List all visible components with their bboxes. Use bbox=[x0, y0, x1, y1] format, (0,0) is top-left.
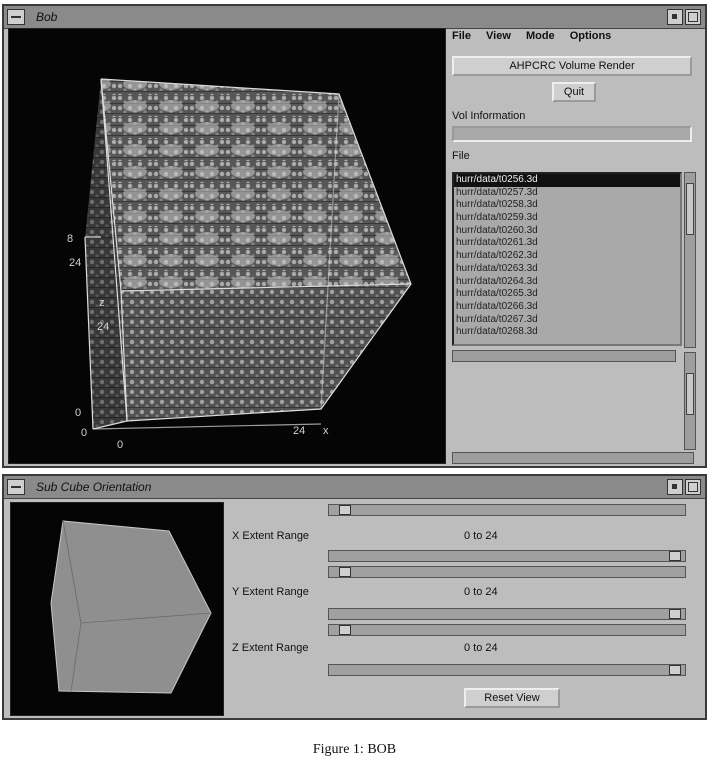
vol-info-label: Vol Information bbox=[452, 110, 526, 122]
quit-button[interactable]: Quit bbox=[552, 82, 596, 102]
file-list-item[interactable]: hurr/data/t0268.3d bbox=[454, 326, 680, 339]
sub-cube-graphic bbox=[50, 520, 212, 694]
menu-bar: File View Mode Options bbox=[452, 30, 690, 48]
x-extent-slider-top[interactable] bbox=[328, 504, 686, 516]
file-list-scroll-thumb[interactable] bbox=[686, 183, 694, 235]
axis-label-z: z bbox=[99, 297, 105, 309]
figure-caption: Figure 1: BOB bbox=[312, 742, 397, 757]
axis-label-origin-left: 0 bbox=[75, 407, 82, 419]
file-list-item[interactable]: hurr/data/t0257.3d bbox=[454, 187, 680, 200]
file-list-item[interactable]: hurr/data/t0267.3d bbox=[454, 314, 680, 327]
z-extent-knob-bottom[interactable] bbox=[669, 665, 681, 675]
sub-window-menu-icon[interactable] bbox=[7, 479, 25, 495]
x-extent-label: X Extent Range bbox=[232, 530, 310, 542]
file-label: File bbox=[452, 150, 470, 162]
menu-file[interactable]: File bbox=[452, 30, 471, 42]
file-list-item[interactable]: hurr/data/t0260.3d bbox=[454, 225, 680, 238]
z-extent-value: 0 to 24 bbox=[464, 642, 498, 654]
y-extent-label: Y Extent Range bbox=[232, 586, 309, 598]
file-list-item[interactable]: hurr/data/t0261.3d bbox=[454, 237, 680, 250]
maximize-icon[interactable] bbox=[685, 9, 701, 25]
y-extent-slider-top[interactable] bbox=[328, 566, 686, 578]
axis-label-z-value: 24 bbox=[97, 321, 110, 333]
axis-label-origin-bottom: 0 bbox=[81, 427, 88, 439]
file-list-item[interactable]: hurr/data/t0262.3d bbox=[454, 250, 680, 263]
menu-mode[interactable]: Mode bbox=[526, 30, 555, 42]
sub-minimize-icon[interactable] bbox=[667, 479, 683, 495]
z-extent-slider-bottom[interactable] bbox=[328, 664, 686, 676]
x-extent-slider-bottom[interactable] bbox=[328, 550, 686, 562]
file-list-item[interactable]: hurr/data/t0259.3d bbox=[454, 212, 680, 225]
reset-view-button[interactable]: Reset View bbox=[464, 688, 560, 708]
x-extent-value: 0 to 24 bbox=[464, 530, 498, 542]
file-list-item[interactable]: hurr/data/t0258.3d bbox=[454, 199, 680, 212]
window-menu-icon[interactable] bbox=[7, 9, 25, 25]
sub-titlebar[interactable]: Sub Cube Orientation bbox=[4, 476, 705, 499]
axis-label-x-start: 0 bbox=[117, 439, 124, 451]
panel-scrollbar[interactable] bbox=[684, 352, 696, 450]
file-list-item[interactable]: hurr/data/t0265.3d bbox=[454, 288, 680, 301]
main-titlebar[interactable]: Bob bbox=[4, 6, 705, 29]
y-extent-slider-bottom[interactable] bbox=[328, 608, 686, 620]
file-list-hscrollbar[interactable] bbox=[452, 350, 676, 362]
minimize-icon[interactable] bbox=[667, 9, 683, 25]
sub-window-title: Sub Cube Orientation bbox=[36, 480, 152, 494]
panel-hscrollbar[interactable] bbox=[452, 452, 694, 464]
x-extent-knob-top[interactable] bbox=[339, 505, 351, 515]
axis-label-y-top: 8 bbox=[67, 233, 74, 245]
y-extent-knob-top[interactable] bbox=[339, 567, 351, 577]
y-extent-knob-bottom[interactable] bbox=[669, 609, 681, 619]
file-list-item[interactable]: hurr/data/t0256.3d bbox=[454, 174, 680, 187]
axis-label-y-mid: 24 bbox=[69, 257, 82, 269]
panel-scroll-thumb[interactable] bbox=[686, 373, 694, 415]
file-list-scrollbar[interactable] bbox=[684, 172, 696, 348]
volume-render-canvas[interactable]: 8 24 z 24 0 0 0 24 x bbox=[8, 28, 446, 464]
sub-maximize-icon[interactable] bbox=[685, 479, 701, 495]
axis-label-x-end: 24 bbox=[293, 425, 306, 437]
z-extent-label: Z Extent Range bbox=[232, 642, 309, 654]
file-list-item[interactable]: hurr/data/t0266.3d bbox=[454, 301, 680, 314]
file-list-item[interactable]: hurr/data/t0263.3d bbox=[454, 263, 680, 276]
file-list[interactable]: hurr/data/t0256.3d hurr/data/t0257.3d hurr… bbox=[452, 172, 682, 346]
window-title: Bob bbox=[36, 10, 58, 24]
file-list-item[interactable]: hurr/data/t0264.3d bbox=[454, 276, 680, 289]
extent-rows: X Extent Range 0 to 24 Y Extent Range 0 … bbox=[228, 504, 698, 714]
sub-cube-canvas[interactable] bbox=[10, 502, 224, 716]
volume-cube-graphic bbox=[84, 78, 412, 430]
menu-view[interactable]: View bbox=[486, 30, 511, 42]
menu-options[interactable]: Options bbox=[570, 30, 612, 42]
x-extent-knob-bottom[interactable] bbox=[669, 551, 681, 561]
info-field[interactable] bbox=[452, 126, 692, 142]
z-extent-slider-top[interactable] bbox=[328, 624, 686, 636]
z-extent-knob-top[interactable] bbox=[339, 625, 351, 635]
y-extent-value: 0 to 24 bbox=[464, 586, 498, 598]
header-button[interactable]: AHPCRC Volume Render bbox=[452, 56, 692, 76]
axis-label-x: x bbox=[323, 425, 329, 437]
